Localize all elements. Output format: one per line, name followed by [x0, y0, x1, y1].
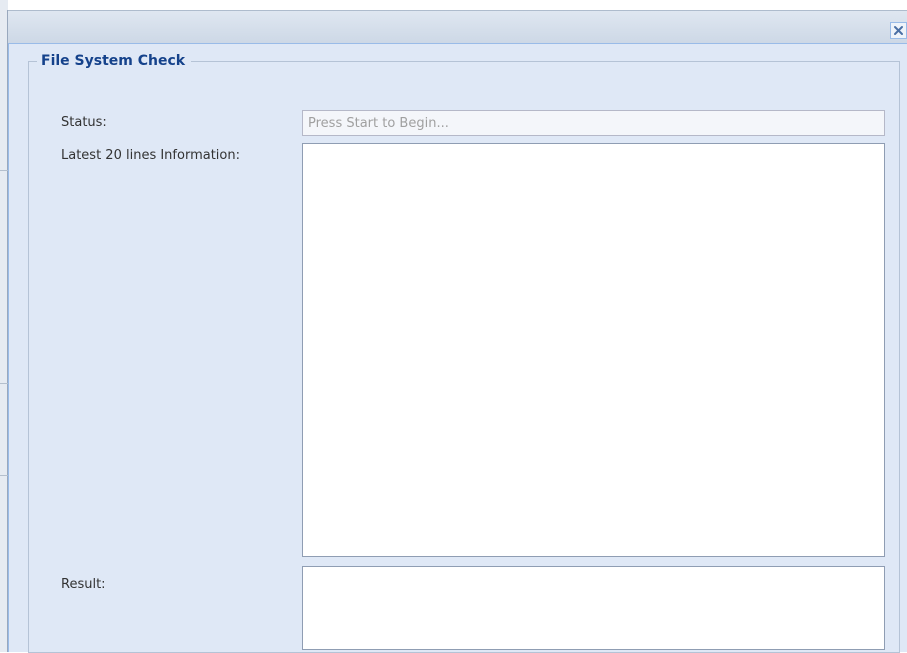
result-textarea[interactable]	[302, 566, 885, 650]
close-icon[interactable]	[893, 21, 904, 40]
file-system-check-window: File System Check Status: Latest 20 line…	[0, 0, 907, 653]
window-body: File System Check Status: Latest 20 line…	[8, 44, 907, 653]
window-titlebar[interactable]	[8, 10, 907, 44]
fieldset-legend: File System Check	[41, 53, 186, 69]
status-label: Status:	[61, 115, 107, 130]
window-edge-mark	[0, 383, 8, 384]
close-button[interactable]	[890, 22, 907, 39]
status-field[interactable]	[302, 110, 885, 136]
information-label: Latest 20 lines Information:	[61, 148, 240, 163]
background-window-edge	[0, 0, 8, 652]
window-edge-mark	[0, 475, 8, 476]
information-textarea[interactable]	[302, 143, 885, 557]
file-system-check-fieldset: File System Check Status: Latest 20 line…	[28, 53, 900, 653]
result-label: Result:	[61, 577, 106, 592]
window-edge-mark	[0, 170, 8, 171]
